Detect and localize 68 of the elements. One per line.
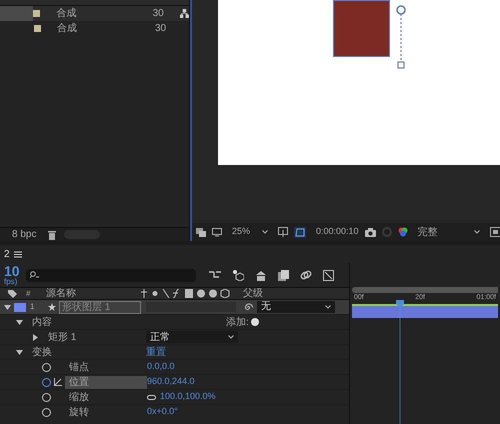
layer-row[interactable]: 1 形状图层 1 无 [0,300,349,314]
group-label[interactable]: 变换 [32,344,146,360]
graph-editor-icon[interactable] [323,270,334,280]
label-color-swatch[interactable] [14,302,26,312]
search-field[interactable] [26,268,196,282]
current-time[interactable]: 10 [4,264,26,278]
reset-link[interactable]: 重置 [146,344,166,360]
fps-label: fps) [4,278,18,286]
chevron-icon [325,305,331,309]
layer-number: 1 [30,301,36,313]
color-channels-icon[interactable] [398,227,408,237]
frame-rate: 30 [155,22,168,36]
timeline-tab[interactable]: 2 [4,246,10,262]
camera-icon[interactable] [364,228,376,236]
motion-path-drawing[interactable] [395,5,407,71]
parent-dropdown[interactable]: 无 [257,301,335,313]
property-label[interactable]: 缩放 [65,390,147,404]
chevron-icon [228,335,234,339]
property-label[interactable]: 位置 [65,376,147,388]
house-icon[interactable] [255,270,267,280]
flowchart-icon[interactable] [209,270,221,280]
mask-toggle-icon[interactable] [294,226,306,238]
property-value[interactable]: 100.0,100.0% [160,390,216,404]
layers-icon[interactable] [196,228,206,236]
graph-icon[interactable] [54,378,62,386]
link-chain-icon[interactable] [300,269,312,281]
link-icon[interactable] [147,394,156,400]
column-header[interactable]: 源名称 [46,288,141,298]
cube-icon[interactable] [232,269,244,281]
monitor-icon[interactable] [212,228,222,236]
view-icon[interactable] [490,227,500,237]
chevron-icon [262,230,268,234]
property-value[interactable]: 0.0,0.0 [147,360,175,374]
frames-icon[interactable] [278,270,289,280]
property-value[interactable]: 960.0,244.0 [147,375,195,389]
region-icon[interactable] [278,227,288,237]
timecode-display[interactable]: 0:00:00:10 [312,225,359,239]
property-label[interactable]: 旋转 [65,406,147,418]
property-label[interactable]: 锚点 [65,360,147,374]
disclosure-icon[interactable] [4,304,11,310]
item-name: 合成 [56,6,78,21]
spiral-icon[interactable] [244,302,253,312]
chevron-icon [474,230,480,234]
item-name: 合成 [57,22,78,36]
project-item[interactable]: 合成 30 [0,21,189,36]
bit-depth-label[interactable]: 8 bpc [8,227,40,242]
search-icon [30,271,40,279]
resolution-dropdown[interactable]: 完整 [414,224,484,240]
add-menu-label[interactable]: 添加: [226,314,249,330]
column-header[interactable]: # [26,290,46,298]
disclosure-icon[interactable] [16,318,23,326]
column-header[interactable]: 父级 [243,288,263,298]
group-label[interactable]: 内容 [32,314,146,330]
tag-icon[interactable] [8,289,18,298]
trash-icon[interactable] [48,230,56,240]
disclosure-icon[interactable] [32,334,39,340]
disclosure-icon[interactable] [16,348,23,356]
blend-mode-dropdown[interactable]: 正常 [146,331,238,343]
zoom-dropdown[interactable]: 25% [228,225,272,239]
star-icon[interactable] [48,303,56,311]
hierarchy-icon[interactable] [180,9,189,18]
label-color-swatch [34,25,41,32]
property-value[interactable]: 0x+0.0° [147,405,178,419]
label-color-swatch [33,10,40,17]
project-item[interactable]: 合成 30 [0,6,189,21]
frame-rate: 30 [152,7,165,21]
group-label[interactable]: 矩形 1 [48,330,146,344]
menu-icon[interactable] [14,250,22,258]
